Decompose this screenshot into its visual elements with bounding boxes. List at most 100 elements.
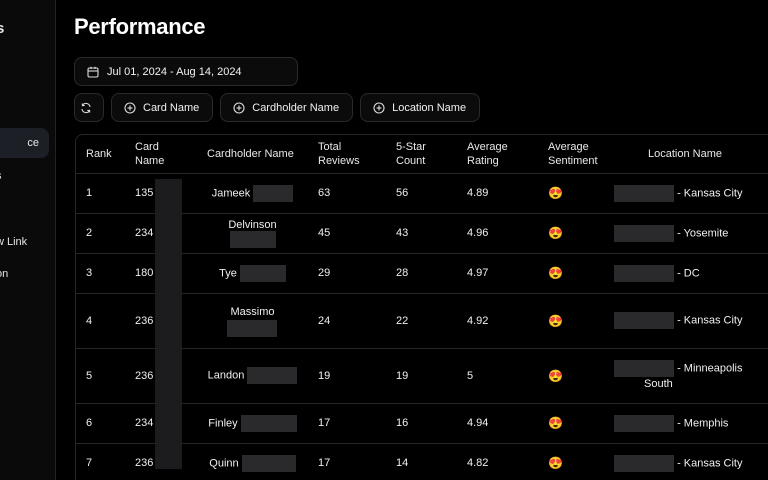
redacted-card-number-column bbox=[155, 179, 182, 469]
redacted-block bbox=[247, 367, 298, 384]
filter-card-name-button[interactable]: Card Name bbox=[111, 93, 214, 122]
redacted-block bbox=[226, 319, 277, 337]
cardholder-first-name: Jameek bbox=[211, 186, 251, 199]
filter-toolbar: Card Name Cardholder Name Location Name bbox=[74, 93, 487, 122]
header-sentiment-line2: Sentiment bbox=[548, 154, 598, 167]
refresh-button[interactable] bbox=[74, 93, 104, 122]
cell-total-reviews: 17 bbox=[308, 403, 386, 444]
cell-cardholder: Jameek bbox=[197, 173, 308, 214]
cell-rank: 2 bbox=[76, 213, 125, 254]
cell-five-star-count: 28 bbox=[386, 253, 457, 294]
cell-cardholder: Quinn bbox=[197, 443, 308, 480]
header-five-line1: 5-Star bbox=[396, 140, 426, 153]
cell-sentiment-emoji: 😍 bbox=[538, 173, 604, 214]
location-suffix: - Memphis bbox=[677, 416, 729, 429]
sidebar-item-4[interactable]: w Link bbox=[0, 236, 27, 248]
cell-rank: 3 bbox=[76, 253, 125, 294]
cell-total-reviews: 29 bbox=[308, 253, 386, 294]
table-header-row: Rank Card Name Cardholder Name Total Revie… bbox=[76, 135, 768, 174]
location-suffix: - Kansas City bbox=[677, 314, 743, 327]
cell-average-rating: 4.82 bbox=[457, 443, 538, 480]
cell-average-rating: 4.92 bbox=[457, 293, 538, 349]
location-suffix: - Kansas City bbox=[677, 186, 743, 199]
redacted-block bbox=[241, 454, 296, 472]
redacted-block bbox=[240, 414, 297, 432]
cell-five-star-count: 22 bbox=[386, 293, 457, 349]
redacted-block bbox=[614, 264, 674, 282]
location-suffix-line2: South bbox=[644, 377, 673, 390]
sidebar-brand-fragment: s bbox=[0, 20, 4, 37]
header-sentiment-line1: Average bbox=[548, 140, 589, 153]
cell-total-reviews: 45 bbox=[308, 213, 386, 254]
cell-sentiment-emoji: 😍 bbox=[538, 403, 604, 444]
cardholder-first-name: Tye bbox=[219, 266, 237, 279]
cell-sentiment-emoji: 😍 bbox=[538, 253, 604, 294]
header-location-name[interactable]: Location Name bbox=[604, 135, 768, 174]
sidebar-item-3[interactable]: s bbox=[0, 170, 2, 182]
cell-rank: 1 bbox=[76, 173, 125, 214]
cell-sentiment-emoji: 😍 bbox=[538, 348, 604, 404]
cardholder-first-name: Finley bbox=[208, 416, 238, 429]
sidebar-item-active-label: ce bbox=[27, 137, 39, 149]
cardholder-first-name: Quinn bbox=[209, 456, 239, 469]
header-five-star-count[interactable]: 5-Star Count bbox=[386, 135, 457, 174]
cell-average-rating: 4.96 bbox=[457, 213, 538, 254]
cell-cardholder: Landon bbox=[197, 348, 308, 404]
cell-location: - Kansas City bbox=[604, 443, 768, 480]
header-five-line2: Count bbox=[396, 154, 426, 167]
cardholder-first-name: Massimo bbox=[230, 305, 275, 318]
cell-cardholder: Finley bbox=[197, 403, 308, 444]
redacted-block bbox=[614, 414, 674, 432]
cell-sentiment-emoji: 😍 bbox=[538, 293, 604, 349]
cell-cardholder: Tye bbox=[197, 253, 308, 294]
cell-five-star-count: 16 bbox=[386, 403, 457, 444]
sidebar-item-active[interactable]: ce bbox=[0, 128, 49, 158]
date-range-label: Jul 01, 2024 - Aug 14, 2024 bbox=[107, 65, 242, 78]
header-total-reviews[interactable]: Total Reviews bbox=[308, 135, 386, 174]
cell-location: - Memphis bbox=[604, 403, 768, 444]
header-rank[interactable]: Rank bbox=[76, 135, 125, 174]
header-total-line2: Reviews bbox=[318, 154, 360, 167]
cardholder-first-name: Landon bbox=[207, 369, 245, 382]
date-range-picker[interactable]: Jul 01, 2024 - Aug 14, 2024 bbox=[74, 57, 298, 86]
cell-total-reviews: 24 bbox=[308, 293, 386, 349]
cell-location: - Yosemite bbox=[604, 213, 768, 254]
filter-cardholder-name-button[interactable]: Cardholder Name bbox=[220, 93, 354, 122]
cell-average-rating: 4.97 bbox=[457, 253, 538, 294]
location-suffix: - Kansas City bbox=[677, 456, 743, 469]
sidebar-item-5[interactable]: on bbox=[0, 268, 8, 280]
cell-average-rating: 4.89 bbox=[457, 173, 538, 214]
cell-location: - Kansas City bbox=[604, 173, 768, 214]
header-card-name[interactable]: Card Name bbox=[125, 135, 197, 174]
cell-total-reviews: 19 bbox=[308, 348, 386, 404]
cell-total-reviews: 63 bbox=[308, 173, 386, 214]
location-suffix: - Minneapolis bbox=[677, 361, 743, 374]
header-average-sentiment[interactable]: Average Sentiment bbox=[538, 135, 604, 174]
filter-card-name-label: Card Name bbox=[143, 101, 200, 114]
refresh-icon bbox=[80, 102, 91, 113]
redacted-block bbox=[253, 184, 294, 202]
calendar-icon bbox=[87, 66, 99, 78]
plus-circle-icon bbox=[373, 101, 385, 114]
cell-five-star-count: 56 bbox=[386, 173, 457, 214]
location-suffix: - DC bbox=[677, 266, 700, 279]
sidebar: s l ce s w Link on bbox=[0, 0, 56, 480]
cell-location: - Minneapolis South bbox=[604, 348, 768, 404]
header-cardholder-name[interactable]: Cardholder Name bbox=[197, 135, 308, 174]
cell-cardholder: Delvinson bbox=[197, 213, 308, 254]
cell-cardholder: Massimo bbox=[197, 293, 308, 349]
cell-five-star-count: 14 bbox=[386, 443, 457, 480]
redacted-block bbox=[229, 230, 276, 248]
redacted-block bbox=[614, 359, 674, 377]
header-average-rating[interactable]: Average Rating bbox=[457, 135, 538, 174]
redacted-block bbox=[614, 224, 674, 242]
filter-cardholder-name-label: Cardholder Name bbox=[252, 101, 340, 114]
header-card-name-line1: Card bbox=[135, 140, 159, 153]
cell-average-rating: 5 bbox=[457, 348, 538, 404]
header-rating-line1: Average bbox=[467, 140, 508, 153]
location-suffix: - Yosemite bbox=[677, 226, 729, 239]
plus-circle-icon bbox=[124, 101, 136, 114]
filter-location-name-button[interactable]: Location Name bbox=[360, 93, 481, 122]
page-title: Performance bbox=[74, 14, 206, 39]
redacted-block bbox=[239, 264, 286, 282]
